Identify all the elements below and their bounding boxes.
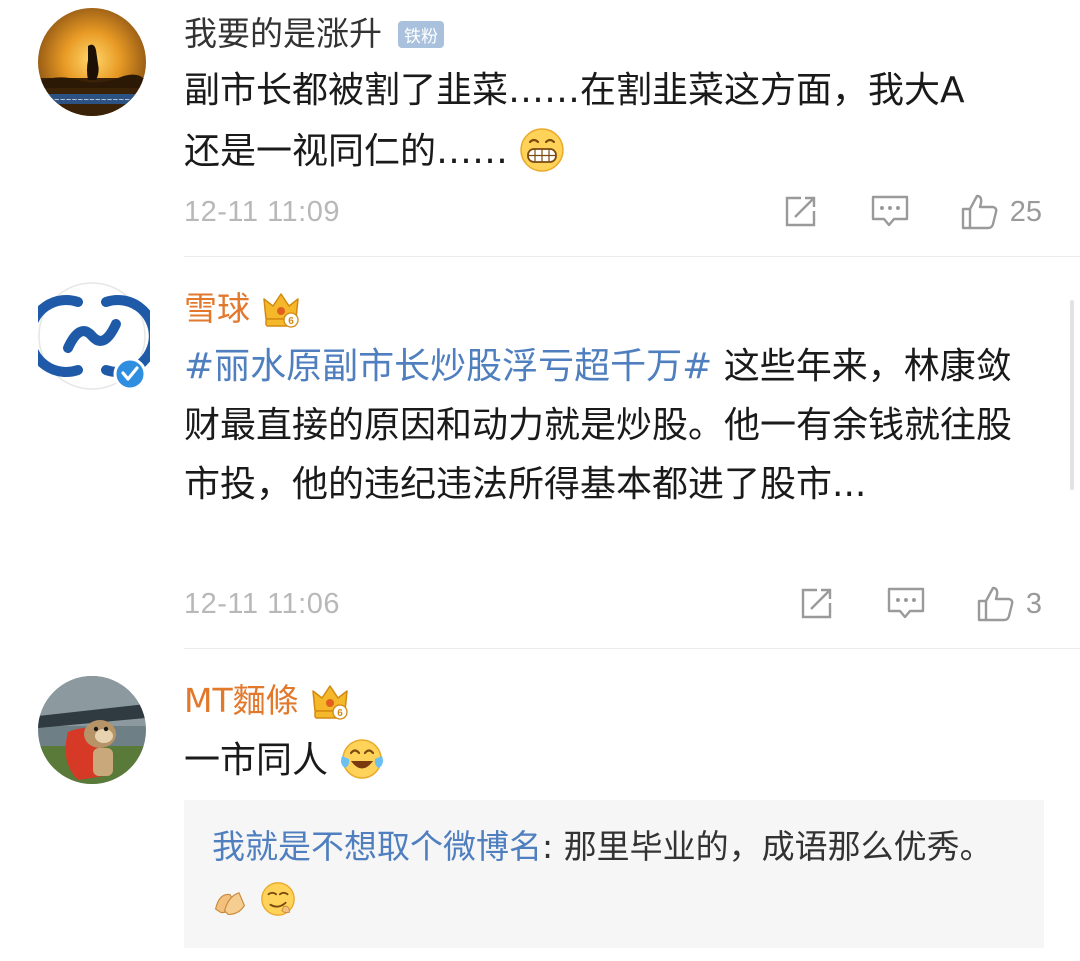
like-icon[interactable]: [976, 584, 1016, 624]
reply-username[interactable]: 我就是不想取个微博名: [212, 827, 542, 866]
reply-body: 那里毕业的，成语那么优秀。: [563, 827, 993, 866]
svg-text:~~~~~~~~~~~~~~~: ~~~~~~~~~~~~~~~: [48, 96, 136, 104]
comment-feed: ~~~~~~~~~~~~~~~ 我要的是涨升 铁粉 副市长都被割了韭菜……在割韭…: [0, 0, 1080, 961]
avatar[interactable]: [38, 676, 146, 784]
fan-badge: 铁粉: [398, 20, 444, 48]
username[interactable]: 我要的是涨升: [184, 11, 382, 57]
smirk-emoji-icon: [260, 882, 295, 916]
share-icon[interactable]: [780, 192, 820, 232]
vip-crown-icon: 6: [263, 293, 299, 328]
like-icon[interactable]: [960, 192, 1000, 232]
snowball-logo-avatar-icon: [25, 282, 159, 391]
comment-actions: 3: [796, 584, 1042, 624]
tears-of-joy-emoji-icon: [341, 739, 384, 779]
comment-text: 一市同人: [184, 730, 1044, 791]
divider: [184, 256, 1080, 257]
comment-text-body: 一市同人: [184, 740, 329, 781]
comment-actions: 25: [780, 192, 1042, 232]
divider: [184, 648, 1080, 649]
comment-icon[interactable]: [870, 192, 910, 232]
timestamp: 12-11 11:06: [184, 587, 340, 620]
dog-cape-avatar-icon: [38, 676, 146, 784]
like-count: 25: [1009, 195, 1042, 228]
reply-separator: :: [542, 827, 564, 866]
username[interactable]: 雪球: [184, 286, 250, 332]
reply-box[interactable]: 我就是不想取个微博名: 那里毕业的，成语那么优秀。: [184, 800, 1044, 948]
username[interactable]: MT麵條: [184, 678, 299, 724]
svg-text:6: 6: [337, 708, 343, 719]
vip-crown-icon: 6: [311, 685, 348, 720]
avatar[interactable]: ~~~~~~~~~~~~~~~: [38, 8, 146, 116]
like-count: 3: [1025, 587, 1042, 620]
hashtag-link[interactable]: #丽水原副市长炒股浮亏超千万#: [184, 346, 712, 387]
clap-hands-emoji-icon: [214, 892, 246, 915]
scrollbar[interactable]: [1070, 300, 1074, 490]
share-icon[interactable]: [796, 584, 836, 624]
grin-emoji-icon: [520, 128, 565, 172]
comment-icon[interactable]: [886, 584, 926, 624]
timestamp: 12-11 11:09: [184, 195, 340, 228]
comment-text-line: 副市长都被割了韭菜……在割韭菜这方面，我大A: [184, 70, 965, 111]
sunset-person-avatar-icon: ~~~~~~~~~~~~~~~: [38, 8, 146, 116]
comment-text: #丽水原副市长炒股浮亏超千万# 这些年来，林康敛财最直接的原因和动力就是炒股。他…: [184, 337, 1044, 514]
reply-text: 我就是不想取个微博名: 那里毕业的，成语那么优秀。: [212, 820, 1022, 928]
comment-text-line: 还是一视同仁的……: [184, 131, 509, 172]
svg-text:6: 6: [288, 316, 294, 327]
avatar[interactable]: [25, 282, 159, 391]
comment-text: 副市长都被割了韭菜……在割韭菜这方面，我大A 还是一视同仁的……: [184, 60, 1044, 182]
